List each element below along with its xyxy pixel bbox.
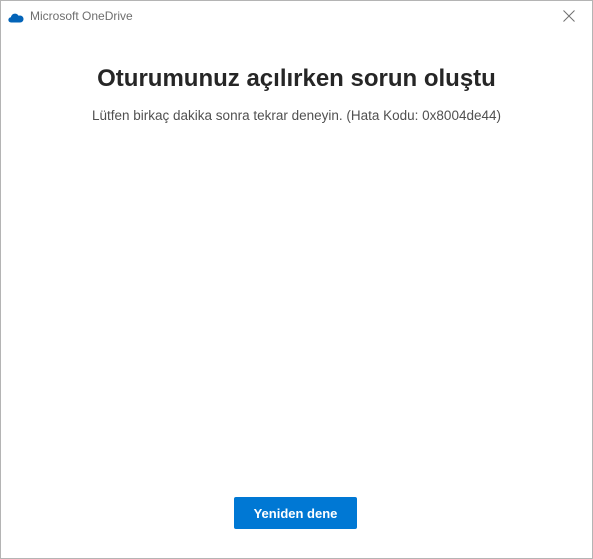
error-heading: Oturumunuz açılırken sorun oluştu <box>97 65 496 92</box>
error-message: Lütfen birkaç dakika sonra tekrar deneyi… <box>91 108 501 123</box>
retry-button[interactable]: Yeniden dene <box>234 497 357 529</box>
window-title: Microsoft OneDrive <box>30 9 133 23</box>
onedrive-cloud-icon <box>8 10 24 23</box>
close-button[interactable] <box>546 1 592 31</box>
onedrive-window: Microsoft OneDrive Oturumunuz açılırken … <box>0 0 593 559</box>
close-icon <box>563 10 575 22</box>
title-bar: Microsoft OneDrive <box>1 1 592 31</box>
